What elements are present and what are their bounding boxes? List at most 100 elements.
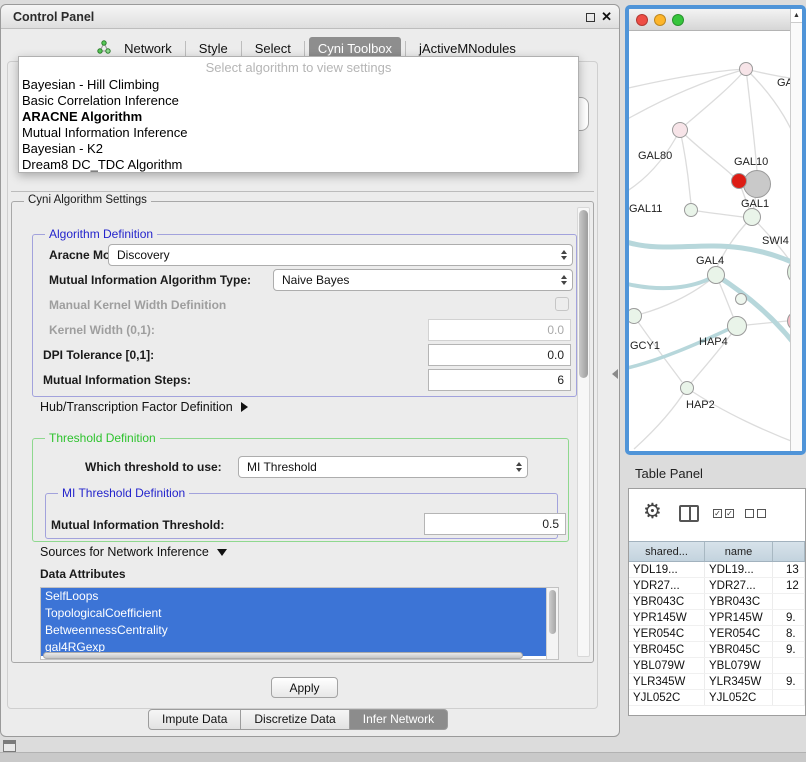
attribute-item[interactable]: SelfLoops xyxy=(41,588,548,605)
combo-arrows-icon xyxy=(561,245,567,265)
tab-discretize-data[interactable]: Discretize Data xyxy=(241,709,349,730)
tab-infer-network[interactable]: Infer Network xyxy=(350,709,448,730)
mi-threshold-group-title: MI Threshold Definition xyxy=(58,486,189,500)
threshold-definition-title: Threshold Definition xyxy=(45,431,160,445)
aracne-mode-select[interactable]: Discovery xyxy=(108,244,573,266)
network-canvas[interactable]: GALGAL80GAL10GAL11GAL1SWI4GAL4GCY1HAP4HA… xyxy=(629,31,802,451)
table-cell: 9. xyxy=(773,642,805,657)
scrollbar-thumb[interactable] xyxy=(549,590,556,634)
network-node-label: GAL80 xyxy=(638,150,672,162)
network-node-label: GAL11 xyxy=(629,203,662,215)
table-cell: YER054C xyxy=(629,626,705,641)
unchecked-pair-icon[interactable] xyxy=(745,509,766,518)
manual-kernel-width-label: Manual Kernel Width Definition xyxy=(49,298,226,312)
attributes-vertical-scrollbar[interactable] xyxy=(546,588,558,659)
network-node[interactable] xyxy=(743,170,771,198)
mi-steps-input[interactable] xyxy=(428,369,571,391)
table-row[interactable]: YDR27...YDR27...12 xyxy=(629,578,805,594)
which-threshold-select[interactable]: MI Threshold xyxy=(238,456,528,478)
algorithm-popup-item[interactable]: Mutual Information Inference xyxy=(19,125,578,141)
network-node[interactable] xyxy=(743,208,761,226)
hub-section-label: Hub/Transcription Factor Definition xyxy=(40,400,233,414)
algorithm-popup-item[interactable]: Bayesian - Hill Climbing xyxy=(19,77,578,93)
close-window-icon[interactable]: ✕ xyxy=(601,9,612,25)
control-panel-titlebar[interactable]: Control Panel ✕ xyxy=(1,5,619,29)
network-vertical-scrollbar[interactable]: ▲ xyxy=(790,9,802,451)
mi-algorithm-type-label: Mutual Information Algorithm Type: xyxy=(49,273,251,287)
algorithm-definition-title: Algorithm Definition xyxy=(45,227,157,241)
tab-impute-data[interactable]: Impute Data xyxy=(148,709,241,730)
close-traffic-light[interactable] xyxy=(636,14,648,26)
hidden-groupbox-edge xyxy=(11,191,594,192)
network-node-label: SWI4 xyxy=(762,235,789,247)
sources-section-header[interactable]: Sources for Network Inference xyxy=(40,545,227,559)
table-row[interactable]: YJL052CYJL052C xyxy=(629,690,805,706)
network-tab-icon xyxy=(97,40,111,57)
hub-section-header[interactable]: Hub/Transcription Factor Definition xyxy=(40,400,248,414)
mi-threshold-input[interactable] xyxy=(424,513,566,535)
checked-pair-icon[interactable]: ✓✓ xyxy=(713,509,734,518)
expanded-arrow-icon xyxy=(217,549,227,556)
table-row[interactable]: YBR045CYBR045C9. xyxy=(629,642,805,658)
tab-separator xyxy=(304,41,305,56)
network-node[interactable] xyxy=(626,308,642,324)
network-node[interactable] xyxy=(684,203,698,217)
zoom-traffic-light[interactable] xyxy=(672,14,684,26)
scrollbar-thumb[interactable] xyxy=(579,210,588,378)
scroll-up-arrow-icon[interactable]: ▲ xyxy=(791,9,802,23)
table-cell: 12 xyxy=(773,578,805,593)
table-row[interactable]: YBR043CYBR043C xyxy=(629,594,805,610)
settings-vertical-scrollbar[interactable] xyxy=(577,207,590,657)
algorithm-popup-list: Bayesian - Hill ClimbingBasic Correlatio… xyxy=(19,77,578,173)
panel-splitter-handle[interactable] xyxy=(612,369,618,379)
table-row[interactable]: YLR345WYLR345W9. xyxy=(629,674,805,690)
table-row[interactable]: YER054CYER054C8. xyxy=(629,626,805,642)
gear-icon[interactable]: ⚙ xyxy=(643,499,662,524)
minimize-traffic-light[interactable] xyxy=(654,14,666,26)
network-node[interactable] xyxy=(707,266,725,284)
network-node[interactable] xyxy=(680,381,694,395)
sources-section-label: Sources for Network Inference xyxy=(40,545,209,559)
manual-kernel-width-checkbox[interactable] xyxy=(555,297,569,311)
algorithm-popup-item[interactable]: ARACNE Algorithm xyxy=(19,109,578,125)
table-column-header[interactable]: shared... xyxy=(629,542,705,561)
attribute-item[interactable]: TopologicalCoefficient xyxy=(41,605,548,622)
algorithm-popup-item[interactable]: Bayesian - K2 xyxy=(19,141,578,157)
algorithm-popup-item[interactable]: Dream8 DC_TDC Algorithm xyxy=(19,157,578,173)
table-column-header[interactable] xyxy=(773,542,805,561)
combo-arrows-icon xyxy=(561,270,567,290)
threshold-definition-group: Threshold Definition Which threshold to … xyxy=(32,438,569,542)
network-node[interactable] xyxy=(735,293,747,305)
mi-threshold-label: Mutual Information Threshold: xyxy=(51,518,224,532)
dpi-tolerance-input[interactable] xyxy=(428,344,571,366)
network-node[interactable] xyxy=(727,316,747,336)
network-node[interactable] xyxy=(739,62,753,76)
attribute-item[interactable]: BetweennessCentrality xyxy=(41,622,548,639)
control-panel-window: Control Panel ✕ Network Style Select Cyn… xyxy=(0,4,620,737)
network-node-label: GAL1 xyxy=(741,198,769,210)
mi-algorithm-type-select[interactable]: Naive Bayes xyxy=(273,269,573,291)
table-row[interactable]: YBL079WYBL079W xyxy=(629,658,805,674)
float-window-icon[interactable] xyxy=(586,13,595,22)
algorithm-popup-item[interactable]: Basic Correlation Inference xyxy=(19,93,578,109)
data-attributes-listbox: SelfLoopsTopologicalCoefficientBetweenne… xyxy=(40,587,559,660)
table-cell: YER054C xyxy=(705,626,773,641)
network-window-titlebar[interactable] xyxy=(629,9,802,31)
tab-separator xyxy=(241,41,242,56)
table-row[interactable]: YDL19...YDL19...13 xyxy=(629,562,805,578)
apply-button[interactable]: Apply xyxy=(271,677,338,698)
table-panel-window: ⚙ ✓✓ shared...name YDL19...YDL19...13YDR… xyxy=(628,488,806,716)
table-row[interactable]: YPR145WYPR145W9. xyxy=(629,610,805,626)
table-cell: 9. xyxy=(773,674,805,689)
network-node[interactable] xyxy=(672,122,688,138)
network-node[interactable] xyxy=(731,173,747,189)
dock-panel-icon[interactable] xyxy=(3,740,16,752)
table-cell: YJL052C xyxy=(629,690,705,705)
mi-algorithm-type-value: Naive Bayes xyxy=(282,273,349,287)
attributes-horizontal-scrollbar[interactable] xyxy=(43,652,523,659)
kernel-width-input[interactable] xyxy=(428,319,571,341)
table-cell xyxy=(773,658,805,673)
which-threshold-label: Which threshold to use: xyxy=(85,460,222,474)
table-column-header[interactable]: name xyxy=(705,542,773,561)
columns-icon[interactable] xyxy=(679,505,699,522)
